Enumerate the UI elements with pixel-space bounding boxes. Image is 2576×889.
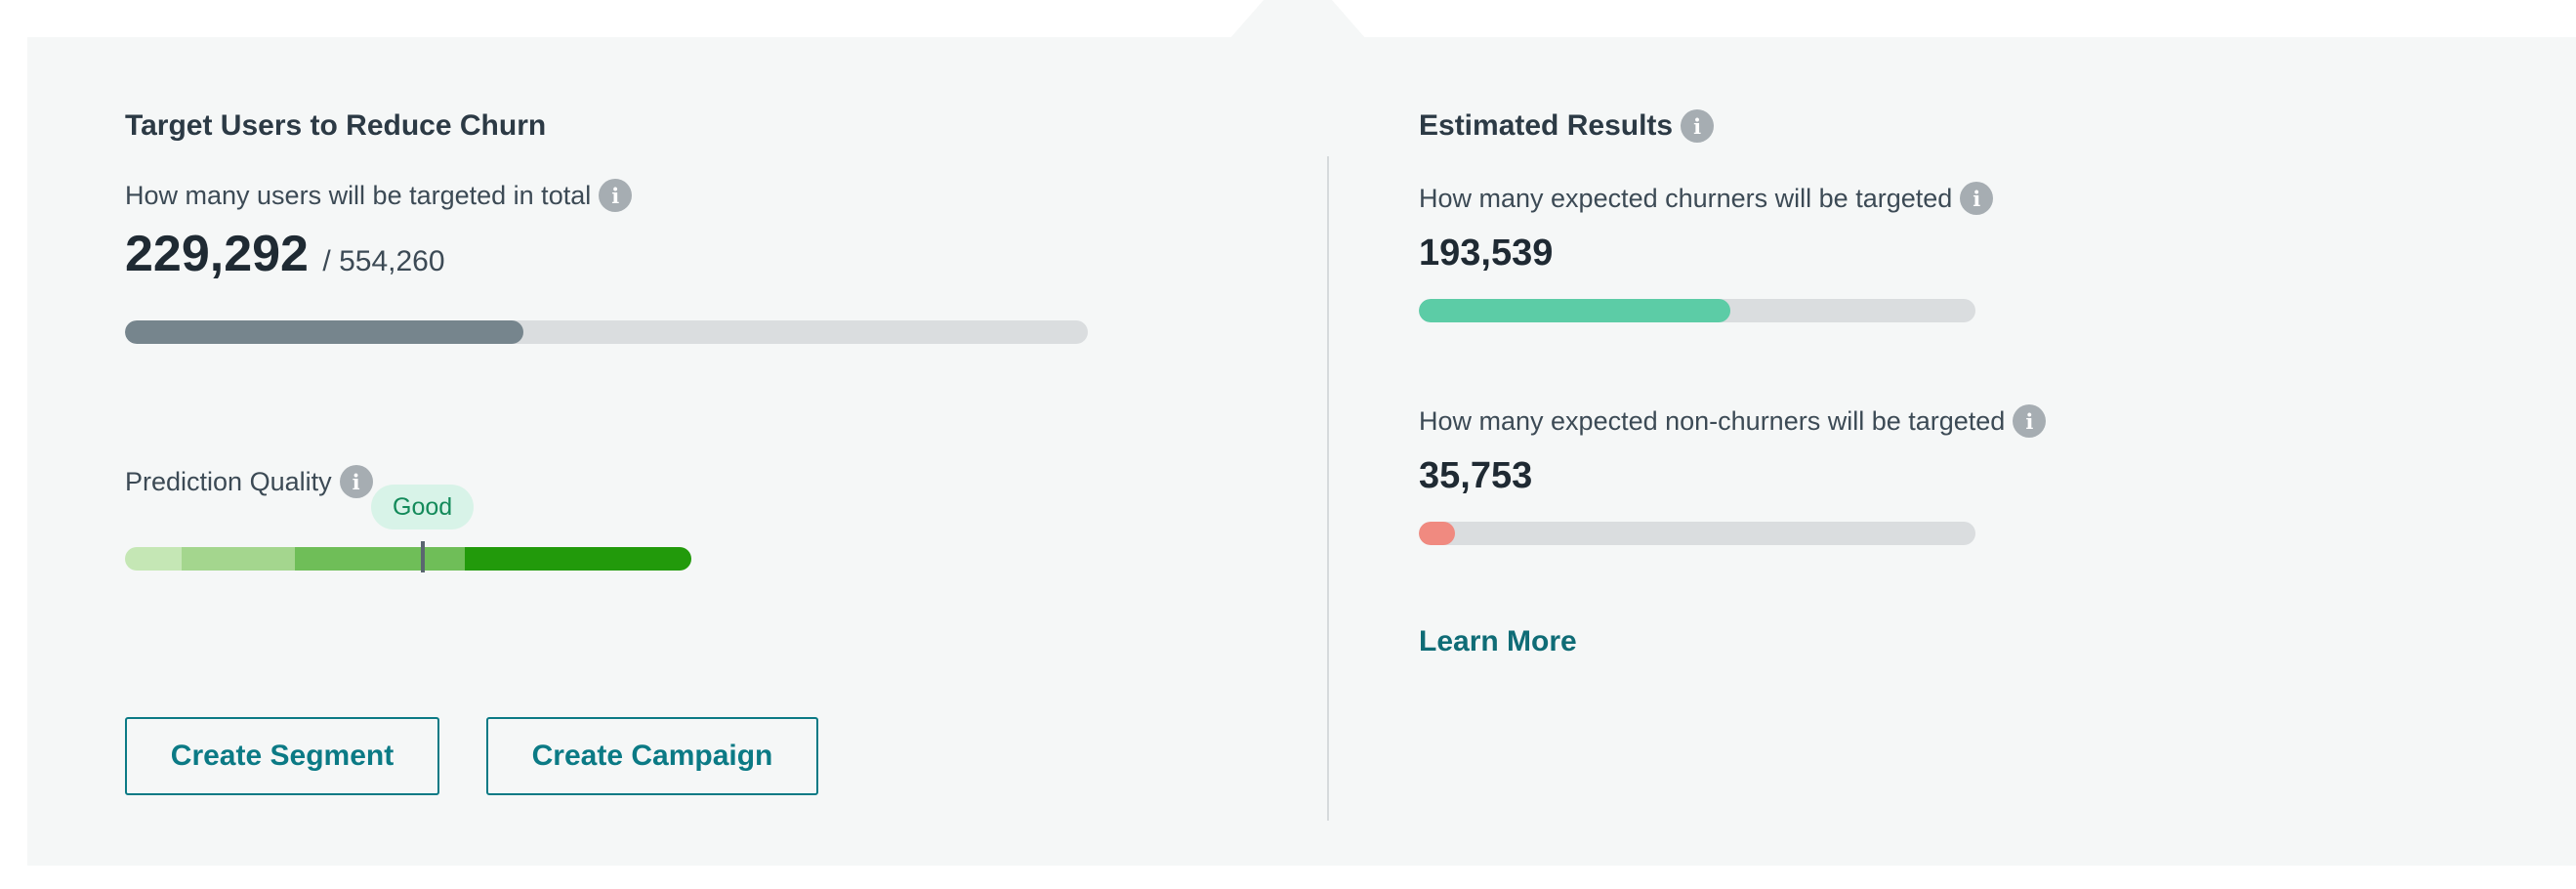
churners-progress — [1419, 299, 1975, 322]
targeted-users-total: / 554,260 — [322, 245, 445, 277]
prediction-quality-badge: Good — [371, 485, 475, 529]
info-icon[interactable]: i — [2013, 404, 2047, 438]
nonchurners-label-text: How many expected non-churners will be t… — [1419, 405, 2006, 436]
prediction-quality-label-text: Prediction Quality — [125, 466, 332, 496]
targeted-users-label: How many users will be targeted in total… — [125, 179, 633, 212]
quality-scale-segment — [295, 547, 465, 571]
learn-more-link[interactable]: Learn More — [1419, 625, 1577, 658]
prediction-quality-marker — [420, 541, 425, 572]
quality-scale-segment — [182, 547, 295, 571]
panel-pointer — [1229, 0, 1366, 39]
prediction-quality-label: Prediction Quality i — [125, 465, 373, 498]
prediction-quality-scale — [125, 547, 691, 571]
info-icon[interactable]: i — [1960, 182, 1994, 215]
nonchurners-progress — [1419, 522, 1975, 545]
churners-value: 193,539 — [1419, 233, 1554, 274]
targeted-users-progress — [125, 320, 1088, 344]
quality-scale-segment — [465, 547, 691, 571]
churners-label: How many expected churners will be targe… — [1419, 182, 1994, 215]
targeted-users-value: 229,292 — [125, 226, 309, 282]
create-campaign-button[interactable]: Create Campaign — [486, 717, 818, 795]
targeted-users-progress-fill — [125, 320, 524, 344]
info-icon[interactable]: i — [339, 465, 373, 498]
target-users-section: Target Users to Reduce Churn How many us… — [125, 37, 1199, 866]
estimated-results-section: Estimated Results i How many expected ch… — [1419, 37, 2493, 866]
info-icon[interactable]: i — [599, 179, 633, 212]
nonchurners-value: 35,753 — [1419, 455, 1533, 496]
churners-label-text: How many expected churners will be targe… — [1419, 183, 1953, 213]
nonchurners-progress-fill — [1419, 522, 1456, 545]
estimated-results-title: Estimated Results i — [1419, 109, 1715, 143]
info-icon[interactable]: i — [1681, 109, 1715, 143]
targeted-users-count: 229,292 / 554,260 — [125, 225, 445, 283]
targeted-users-label-text: How many users will be targeted in total — [125, 180, 592, 210]
churn-targeting-panel: Target Users to Reduce Churn How many us… — [27, 37, 2576, 866]
estimated-results-title-text: Estimated Results — [1419, 109, 1674, 142]
nonchurners-label: How many expected non-churners will be t… — [1419, 404, 2047, 438]
quality-scale-segment — [125, 547, 182, 571]
section-title: Target Users to Reduce Churn — [125, 109, 547, 142]
section-divider — [1327, 156, 1329, 821]
create-segment-button[interactable]: Create Segment — [125, 717, 439, 795]
churners-progress-fill — [1419, 299, 1731, 322]
